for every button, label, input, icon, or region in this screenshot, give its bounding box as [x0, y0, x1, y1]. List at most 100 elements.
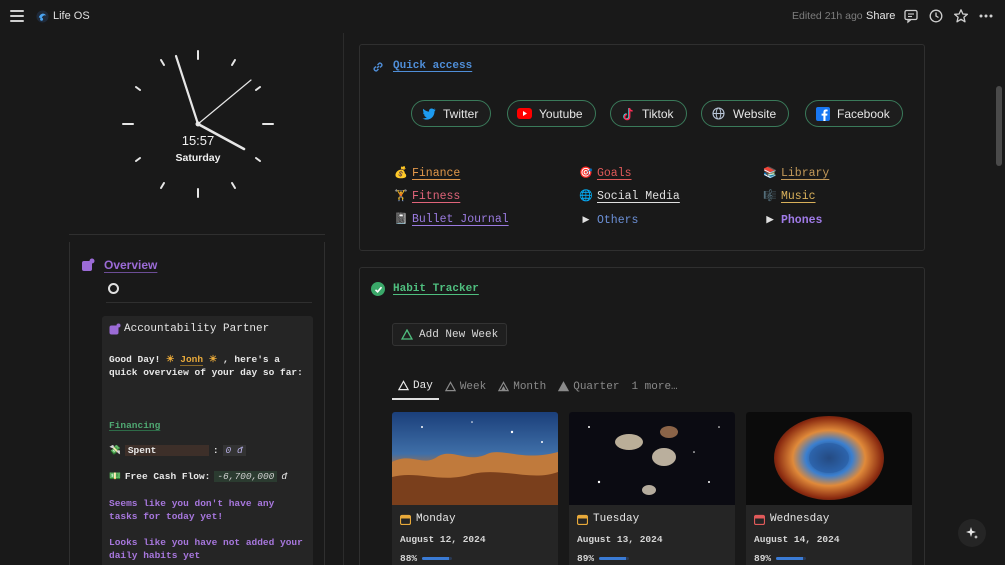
tab-quarter[interactable]: Quarter: [552, 376, 625, 400]
quick-access-title-link[interactable]: Quick access: [393, 60, 472, 72]
greeting-text: Good Day! ☀ Jonh ☀ , here's a quick over…: [109, 353, 307, 379]
youtube-icon: [517, 106, 532, 121]
day-title: Tuesday: [577, 513, 639, 525]
social-media-link[interactable]: 🌐 Social Media: [579, 189, 680, 204]
social-media-label: Social Media: [597, 189, 680, 203]
twitter-button[interactable]: Twitter: [411, 100, 492, 127]
phones-toggle[interactable]: ▶ Phones: [763, 213, 823, 227]
globe-icon: [711, 106, 726, 121]
day-card-wednesday[interactable]: Wednesday August 14, 2024 89%: [746, 412, 912, 565]
triangle-right-icon: ▶: [766, 215, 774, 225]
habits-message: Looks like you have not added your daily…: [109, 537, 303, 561]
tab-month-label: Month: [513, 380, 547, 393]
habit-tracker-title-link[interactable]: Habit Tracker: [393, 283, 479, 295]
financing-link[interactable]: Financing: [109, 420, 160, 431]
edited-timestamp: Edited 21h ago: [792, 10, 863, 22]
bullet-journal-label: Bullet Journal: [412, 212, 509, 226]
tab-week[interactable]: Week: [439, 376, 492, 400]
add-new-week-button[interactable]: Add New Week: [392, 323, 508, 346]
spent-value: 0 đ: [222, 445, 246, 456]
tab-more[interactable]: 1 more…: [625, 376, 683, 400]
scrollbar-thumb[interactable]: [996, 86, 1002, 166]
column-divider: [343, 33, 344, 565]
tab-day-label: Day: [413, 379, 433, 392]
sun-icon: ☀: [166, 354, 175, 365]
share-button[interactable]: Share: [866, 10, 895, 22]
finance-link[interactable]: 💰 Finance: [394, 166, 460, 181]
social-media-icon: 🌐: [579, 191, 593, 203]
day-progress: 89%: [754, 553, 807, 564]
website-label: Website: [733, 106, 777, 121]
progress-bar-fill: [422, 557, 449, 560]
day-card-monday[interactable]: Monday August 12, 2024 88%: [392, 412, 558, 565]
music-label: Music: [781, 189, 816, 203]
day-date: August 13, 2024: [577, 534, 663, 545]
fitness-label: Fitness: [412, 189, 461, 203]
divider: [106, 302, 312, 303]
ring-nebula-image: [746, 412, 912, 505]
books-icon: 📚: [763, 168, 777, 180]
view-tabs: Day Week Month Quarter 1 more…: [392, 376, 684, 400]
day-card-tuesday[interactable]: Tuesday August 13, 2024 89%: [569, 412, 735, 565]
overview-icon: [82, 258, 95, 271]
user-name-link[interactable]: Jonh: [180, 354, 204, 366]
triangle-icon: [444, 381, 456, 392]
overview-section: Overview Accountability Partner Good Day…: [69, 242, 325, 565]
tab-day[interactable]: Day: [392, 376, 439, 400]
day-date: August 14, 2024: [754, 534, 840, 545]
history-icon[interactable]: [928, 8, 944, 24]
favorite-star-icon[interactable]: [953, 8, 969, 24]
app-title[interactable]: Life OS: [53, 10, 90, 22]
tiktok-button[interactable]: Tiktok: [610, 100, 687, 127]
quick-access-section: Quick access Twitter Youtube Tiktok Webs…: [359, 44, 925, 251]
day-name: Wednesday: [770, 513, 830, 525]
tab-more-label: 1 more…: [631, 380, 678, 393]
tiktok-icon: [620, 106, 635, 121]
more-options-icon[interactable]: [978, 8, 994, 24]
analog-clock-widget: 15:57 Saturday: [118, 44, 278, 204]
money-icon: 💵: [109, 471, 121, 482]
day-name: Monday: [416, 513, 456, 525]
sparkle-icon: [966, 527, 978, 539]
progress-bar: [776, 557, 807, 560]
bullet-journal-link[interactable]: 📓 Bullet Journal: [394, 212, 509, 227]
library-link[interactable]: 📚 Library: [763, 166, 829, 181]
divider: [69, 234, 325, 235]
day-progress: 89%: [577, 553, 630, 564]
spent-separator: :: [212, 445, 219, 456]
tab-quarter-label: Quarter: [573, 380, 620, 393]
facebook-button[interactable]: Facebook: [805, 100, 903, 127]
day-title: Monday: [400, 513, 456, 525]
dumbbell-icon: 🏋: [394, 191, 408, 203]
habit-tracker-section: Habit Tracker Add New Week Day Week Mont…: [359, 267, 925, 565]
fitness-link[interactable]: 🏋 Fitness: [394, 189, 461, 204]
comment-icon[interactable]: [903, 8, 919, 24]
twitter-label: Twitter: [443, 106, 479, 121]
day-date: August 12, 2024: [400, 534, 486, 545]
triangle-icon: [498, 381, 510, 392]
ai-assistant-button[interactable]: [958, 519, 986, 547]
tab-month[interactable]: Month: [492, 376, 552, 400]
twitter-icon: [421, 106, 436, 121]
cash-flow-unit: đ: [281, 471, 288, 482]
cash-flow-value: -6,700,000: [214, 471, 278, 482]
progress-bar: [422, 557, 453, 560]
check-circle-icon: [371, 282, 385, 296]
partner-icon: [109, 323, 121, 335]
goals-link[interactable]: 🎯 Goals: [579, 166, 631, 181]
website-button[interactable]: Website: [701, 100, 790, 127]
overview-title-link[interactable]: Overview: [104, 258, 157, 272]
youtube-button[interactable]: Youtube: [507, 100, 596, 127]
cash-flow-row: 💵 Free Cash Flow: -6,700,000 đ: [109, 471, 287, 482]
journal-icon: 📓: [394, 214, 408, 226]
day-title: Wednesday: [754, 513, 829, 525]
day-progress: 88%: [400, 553, 453, 564]
radio-circle-icon[interactable]: [108, 283, 119, 294]
galaxy-quintet-image: [569, 412, 735, 505]
menu-icon[interactable]: [10, 10, 24, 22]
music-note-icon: 🎼: [763, 191, 777, 203]
triangle-icon: [401, 329, 413, 340]
others-toggle[interactable]: ▶ Others: [579, 213, 639, 227]
music-link[interactable]: 🎼 Music: [763, 189, 816, 204]
add-new-week-label: Add New Week: [419, 328, 499, 341]
